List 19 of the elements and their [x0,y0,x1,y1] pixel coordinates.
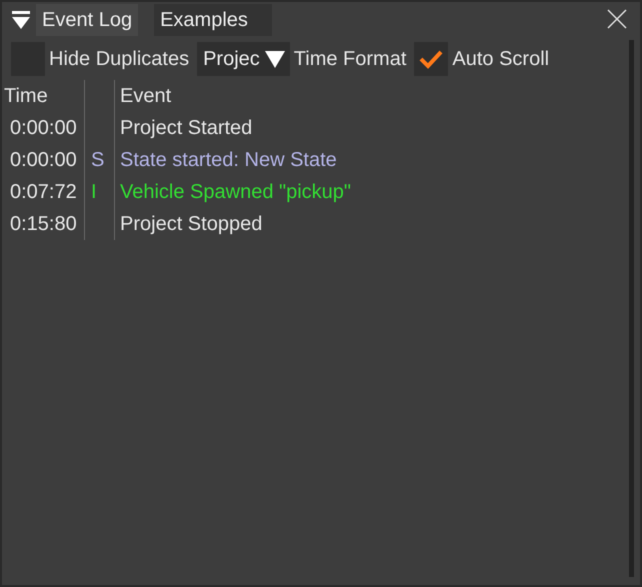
checkmark-icon [419,49,444,69]
table-cell-text: 0:07:72 [9,180,78,205]
checkbox-label[interactable]: Auto Scroll [452,44,550,74]
menu-triangle-icon[interactable] [10,9,32,31]
dropdown-arrow-icon [264,49,286,69]
scrollbar[interactable] [629,40,634,577]
table-cell: I [84,176,114,208]
filter-dropdown[interactable]: Projec [197,42,290,76]
table-cell-text: 0:15:80 [9,212,78,237]
tab[interactable]: Event Log [36,4,138,36]
time-format-label[interactable]: Time Format [294,44,406,74]
column-header[interactable]: Time [2,80,84,112]
checkbox-label[interactable]: Hide Duplicates [49,44,190,74]
table-cell: S [84,144,114,176]
tab[interactable]: Examples [154,4,272,36]
close-icon[interactable] [606,8,628,30]
table-cell-text: 0:00:00 [9,148,78,173]
table-cell-text: 0:00:00 [9,116,78,141]
checkbox[interactable] [414,42,448,76]
